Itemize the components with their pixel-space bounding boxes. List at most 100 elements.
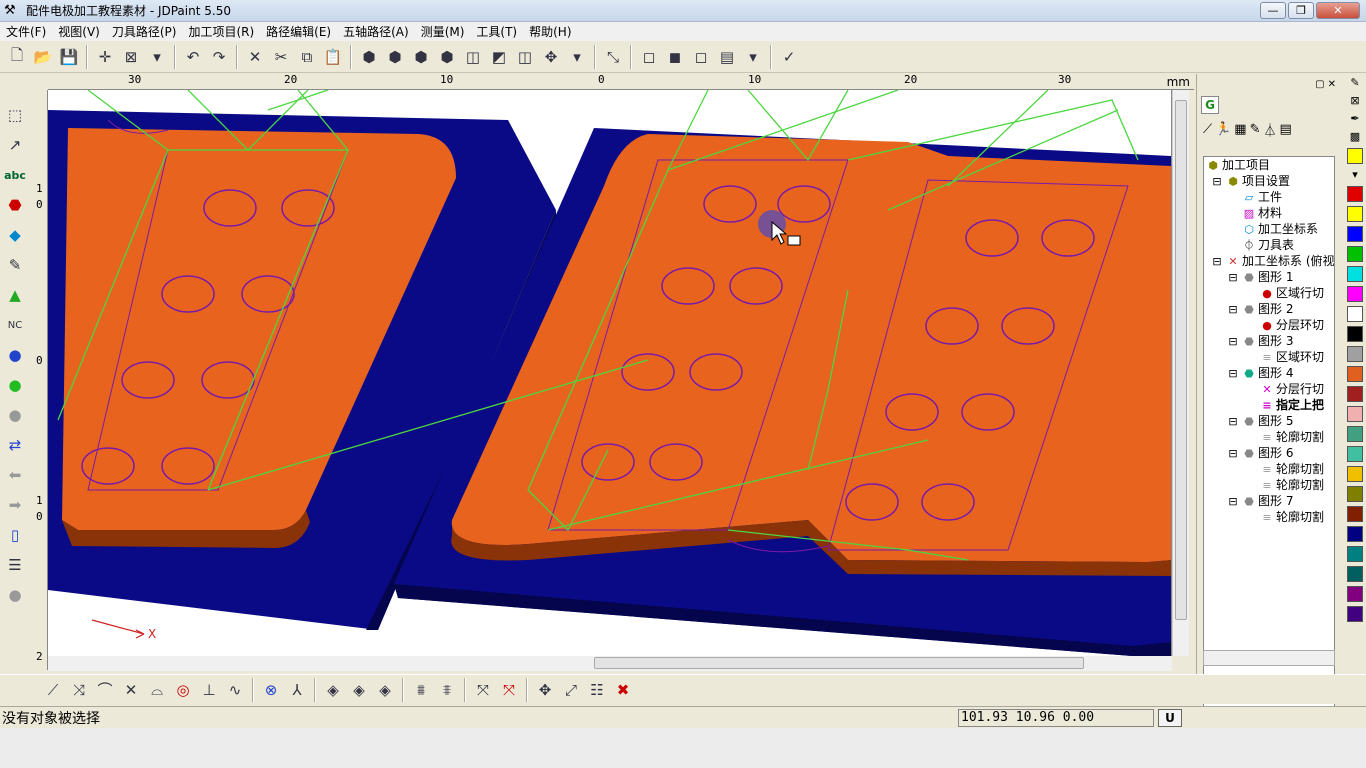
tree-coord2[interactable]: ⊟ ✕ 加工坐标系 (俯视 [1210,253,1334,270]
branch-icon[interactable]: ⅄ [284,677,310,703]
color-swatch[interactable] [1347,546,1363,562]
tree-workpiece[interactable]: ▱ 工件 [1242,189,1282,206]
menu-measure[interactable]: 测量(M) [415,23,471,40]
point-icon[interactable]: ⊗ [258,677,284,703]
pattern-icon[interactable]: ▩ [1347,130,1363,146]
curve-icon[interactable]: ∿ [222,677,248,703]
dropdown-arrow-icon[interactable]: ▾ [740,44,766,70]
tree-group-1[interactable]: ⊟ ⬣ 图形 1 [1226,269,1293,286]
arrow-right-icon[interactable]: ➡ [2,492,28,518]
tree-group-6[interactable]: ⊟ ⬣ 图形 6 [1226,445,1293,462]
view-shade-icon[interactable]: ◩ [486,44,512,70]
color-swatch[interactable] [1347,526,1363,542]
color-swatch[interactable] [1347,226,1363,242]
layer-up-icon[interactable]: ⩩ [408,677,434,703]
tree-root[interactable]: ⬢ 加工项目 [1206,157,1270,174]
tree-path-item[interactable]: ≡ 轮廓切割 [1260,509,1324,526]
tree-material[interactable]: ▨ 材料 [1242,205,1282,222]
menu-tools[interactable]: 工具(T) [470,23,523,40]
diamond-tool-icon[interactable]: ◈ [346,677,372,703]
color-swatch[interactable] [1347,586,1363,602]
delete-path-icon[interactable]: ✖ [610,677,636,703]
box-wire-icon[interactable]: ◻ [688,44,714,70]
new-file-icon[interactable]: 🗋 [4,44,30,70]
view-front-icon[interactable]: ⬢ [408,44,434,70]
save-icon[interactable]: 💾 [56,44,82,70]
nc-icon[interactable]: NC [2,312,28,338]
transform-icon[interactable]: ✥ [532,677,558,703]
eyedropper-icon[interactable]: ✒ [1347,112,1363,128]
stop-sign-icon[interactable]: ⬣ [2,192,28,218]
layer-down-icon[interactable]: ⩨ [434,677,460,703]
bulb-green-icon[interactable]: ● [2,372,28,398]
node-delete-icon[interactable]: ⤧ [496,677,522,703]
perpendicular-icon[interactable]: ⊥ [196,677,222,703]
trim-icon[interactable]: ⤨ [66,677,92,703]
select-rect-icon[interactable]: ⬚ [2,102,28,128]
color-swatch[interactable] [1347,148,1363,164]
tree-group-3[interactable]: ⊟ ⬣ 图形 3 [1226,333,1293,350]
tree-toollist[interactable]: ⏀ 刀具表 [1242,237,1295,254]
pencil-icon[interactable]: ✎ [2,252,28,278]
paste-icon[interactable]: 📋 [320,44,346,70]
color-swatch[interactable] [1347,486,1363,502]
tree-horizontal-scrollbar[interactable] [1203,650,1335,666]
tree-path-item[interactable]: ● 分层环切 [1260,317,1324,334]
color-swatch[interactable] [1347,466,1363,482]
select-box-icon[interactable]: ⊠ [118,44,144,70]
tree-group-5[interactable]: ⊟ ⬣ 图形 5 [1226,413,1293,430]
copy-icon[interactable]: ⧉ [294,44,320,70]
cylinder-icon[interactable]: ▯ [2,522,28,548]
view-wire-icon[interactable]: ◫ [460,44,486,70]
color-swatch[interactable] [1347,346,1363,362]
diamond-tool-icon[interactable]: ◈ [320,677,346,703]
filter-icon[interactable]: ⏃ [1264,120,1277,139]
menu-help[interactable]: 帮助(H) [523,23,577,40]
undo-icon[interactable]: ↶ [180,44,206,70]
menu-project[interactable]: 加工项目(R) [182,23,260,40]
color-swatch[interactable] [1347,206,1363,222]
color-swatch[interactable] [1347,506,1363,522]
dropdown-arrow-icon[interactable]: ▾ [564,44,590,70]
unit-button[interactable]: U [1158,708,1182,727]
3d-viewport[interactable]: X [48,90,1172,656]
diamond-tool-icon[interactable]: ◈ [372,677,398,703]
cut-icon[interactable]: ✂ [268,44,294,70]
view-iso-icon[interactable]: ⬢ [356,44,382,70]
view-top-icon[interactable]: ⬢ [382,44,408,70]
table-icon[interactable]: ▦ [1234,122,1246,137]
view-right-icon[interactable]: ⬢ [434,44,460,70]
menu-view[interactable]: 视图(V) [52,23,106,40]
minimize-button[interactable]: — [1260,2,1286,19]
rotate-view-icon[interactable]: ✥ [538,44,564,70]
document-icon[interactable]: ▤ [1280,122,1292,137]
crosshair-icon[interactable]: ✛ [92,44,118,70]
color-swatch[interactable] [1347,326,1363,342]
text-abc-icon[interactable]: abc [2,162,28,188]
runner-icon[interactable]: 🏃 [1215,122,1231,137]
color-swatch[interactable] [1347,186,1363,202]
color-swatch[interactable] [1347,426,1363,442]
box-icon[interactable]: ◻ [636,44,662,70]
panel-restore-icon[interactable]: ▢ [1315,79,1324,90]
tree-coord[interactable]: ⬡ 加工坐标系 [1242,221,1318,238]
tree-group-7[interactable]: ⊟ ⬣ 图形 7 [1226,493,1293,510]
pen-icon[interactable]: ✎ [1347,76,1363,92]
link-icon[interactable]: ⤢ [558,677,584,703]
delete-icon[interactable]: ✕ [242,44,268,70]
arc-icon[interactable]: ⌓ [144,677,170,703]
tree-path-item[interactable]: ≡ 轮廓切割 [1260,477,1324,494]
tree-settings[interactable]: ⊟ ⬢ 项目设置 [1210,173,1290,190]
color-swatch[interactable] [1347,406,1363,422]
circle-point-icon[interactable]: ◎ [170,677,196,703]
edit-list-icon[interactable]: ☷ [584,677,610,703]
redo-icon[interactable]: ↷ [206,44,232,70]
fillet-icon[interactable]: ⌒ [92,677,118,703]
panel-close-icon[interactable]: ✕ [1328,79,1336,90]
diamond-icon[interactable]: ◆ [2,222,28,248]
color-swatch[interactable] [1347,246,1363,262]
color-swatch[interactable] [1347,266,1363,282]
panel-tab-g[interactable]: G [1201,96,1219,114]
arrow-left-icon[interactable]: ⬅ [2,462,28,488]
tree-path-item[interactable]: ● 区域行切 [1260,285,1324,302]
